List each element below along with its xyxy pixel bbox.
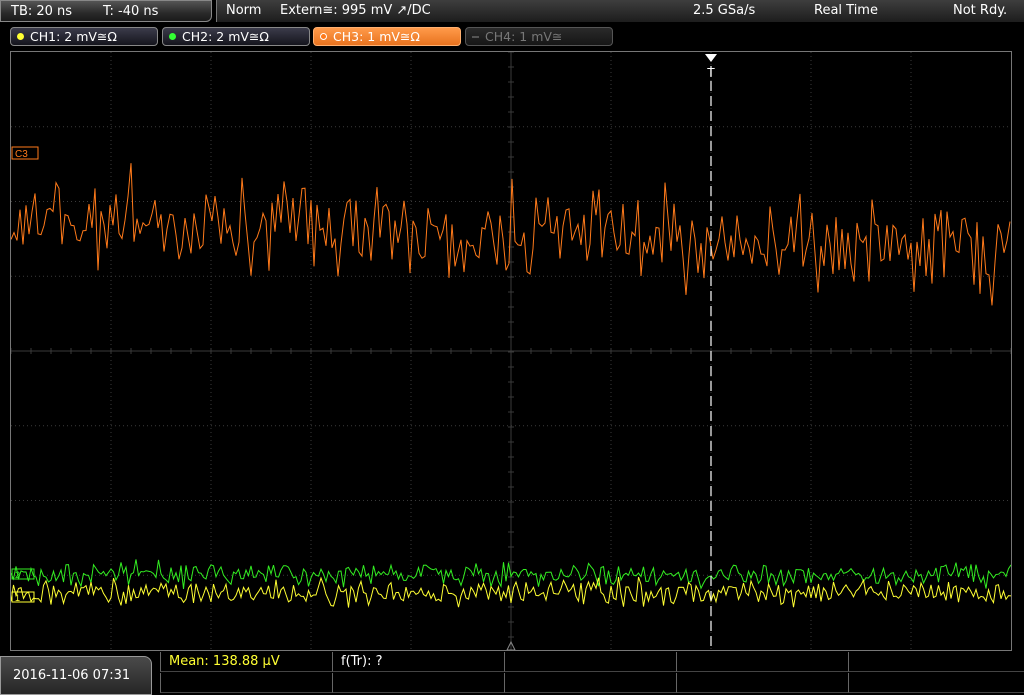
acquisition-mode[interactable]: Real Time [814,0,878,22]
svg-text:1: 1 [15,593,20,603]
measurement-slot-6[interactable] [160,673,332,693]
channel-off-icon [472,36,479,38]
channel-tab-ch4[interactable]: CH4: 1 mV≅ [465,27,613,46]
measurement-frequency[interactable]: f(Tr): ? [332,652,504,672]
channel-led-icon [17,33,24,40]
measurement-mean[interactable]: Mean: 138.88 µV [160,652,332,672]
svg-text:2: 2 [15,570,20,580]
timebase-value: TB: 20 ns [11,4,73,19]
channel-label: CH4: 1 mV≅ [485,29,563,44]
acquisition-bar[interactable]: Norm Extern≅: 995 mV ↗/DC 2.5 GSa/s Real… [216,0,1024,22]
measurement-slot-4[interactable] [676,652,848,672]
channel-tabs: CH1: 2 mV≅Ω CH2: 2 mV≅Ω CH3: 1 mV≅Ω CH4:… [0,27,1024,47]
channel-label: CH2: 2 mV≅Ω [182,29,269,44]
ch3-offset-marker[interactable]: C3 [11,146,39,160]
trigger-mode[interactable]: Norm [226,0,261,22]
channel-led-icon [320,33,327,40]
channel-tab-ch3[interactable]: CH3: 1 mV≅Ω [313,27,461,46]
measurement-slot-3[interactable] [504,652,676,672]
channel-tab-ch1[interactable]: CH1: 2 mV≅Ω [10,27,158,46]
trigger-marker-label: T [707,65,715,80]
trigger-source[interactable]: Extern≅: 995 mV ↗/DC [280,0,431,22]
channel-tab-ch2[interactable]: CH2: 2 mV≅Ω [162,27,310,46]
top-status-bar: TB: 20 ns T: -40 ns Norm Extern≅: 995 mV… [0,0,1024,24]
date-time: 2016-11-06 07:31 [0,656,152,695]
measurement-slot-5[interactable] [848,652,1024,672]
measurement-slot-9[interactable] [676,673,848,693]
run-status: Not Rdy. [953,3,1008,18]
measurement-slot-10[interactable] [848,673,1024,693]
channel-led-icon [169,33,176,40]
channel-label: CH3: 1 mV≅Ω [333,29,420,44]
measurement-bar: Mean: 138.88 µV f(Tr): ? [160,652,1024,695]
ch3-marker-label: C3 [15,149,28,160]
graticule [11,52,1011,650]
timebase-box[interactable]: TB: 20 ns T: -40 ns [0,0,212,22]
channel-label: CH1: 2 mV≅Ω [30,29,117,44]
measurement-slot-7[interactable] [332,673,504,693]
waveform-display[interactable]: T C3 2 1 [10,51,1012,651]
waveform-canvas: T C3 2 1 [11,52,1011,650]
trigger-down-arrow-icon[interactable]: T [705,54,717,80]
trigger-time-value: T: -40 ns [103,4,159,19]
measurement-slot-8[interactable] [504,673,676,693]
sample-rate: 2.5 GSa/s [693,3,756,18]
